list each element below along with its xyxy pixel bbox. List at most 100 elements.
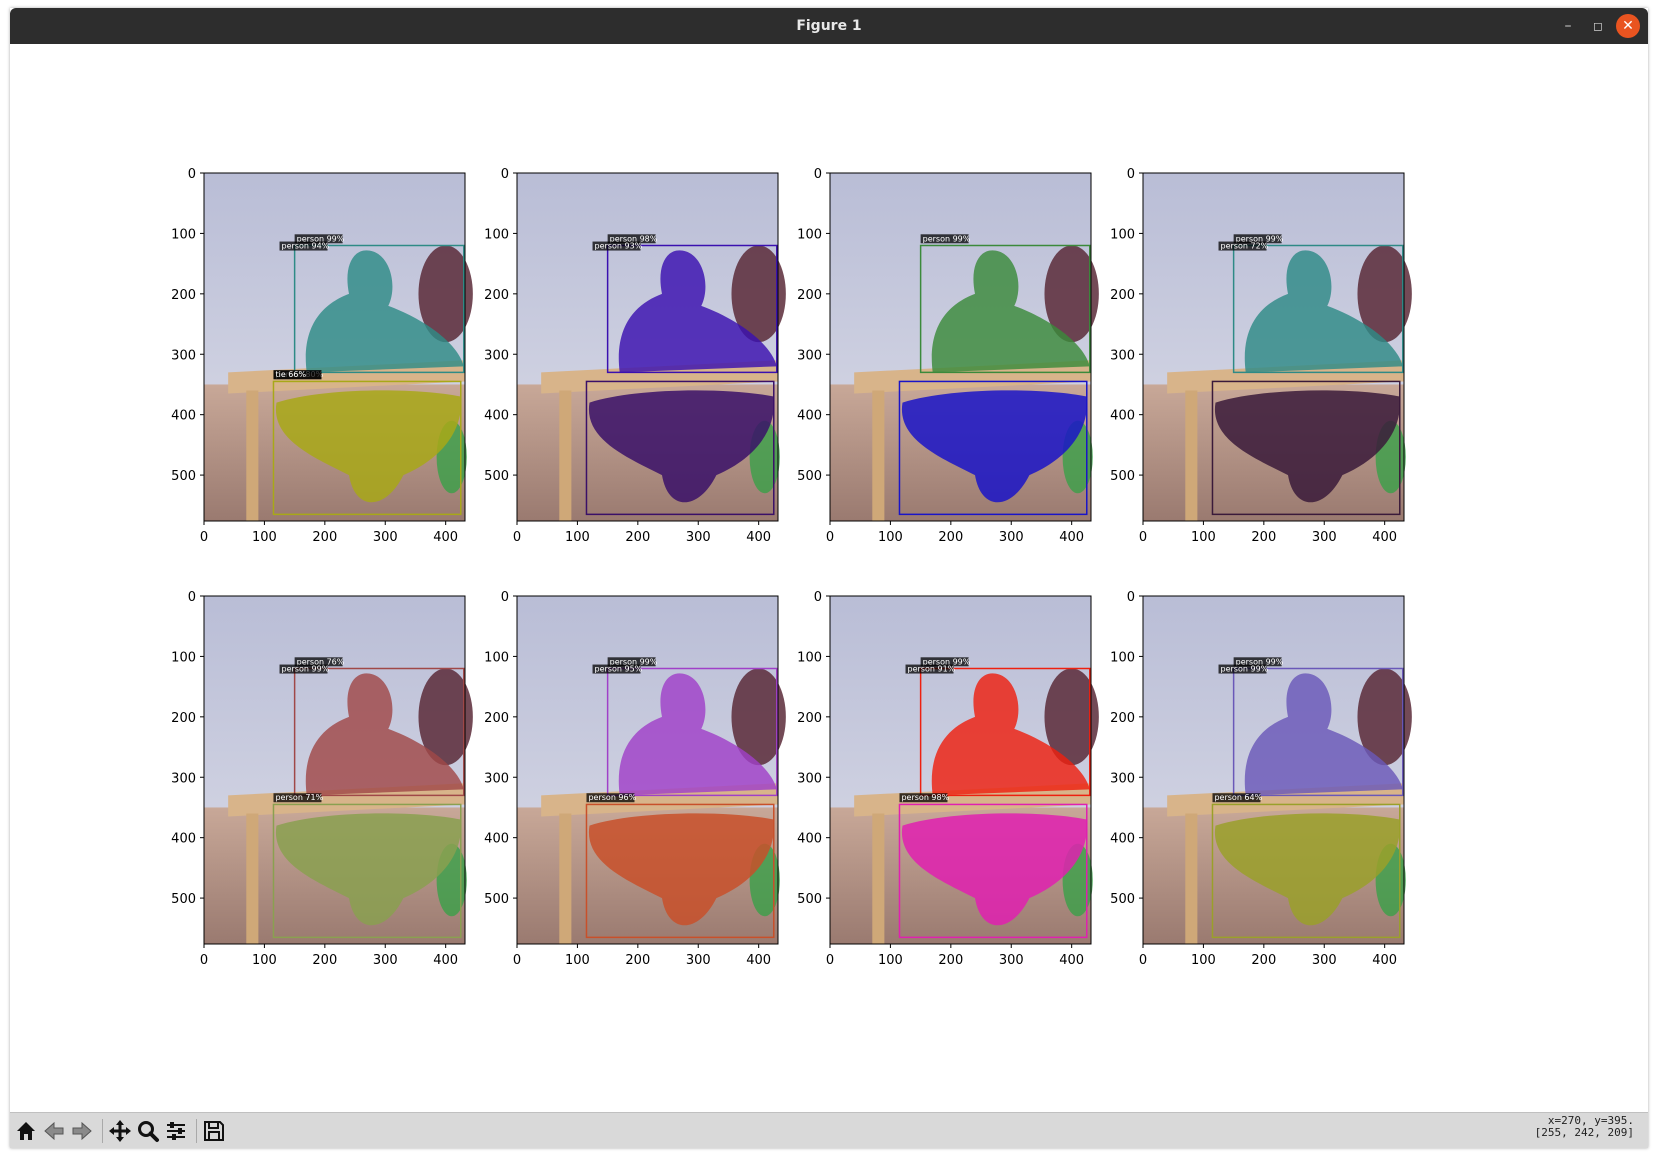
x-tick-label: 0 xyxy=(826,530,834,545)
configure-subplots-button[interactable] xyxy=(162,1117,190,1145)
y-tick-label: 300 xyxy=(797,348,822,363)
detection-label: person 99% xyxy=(1221,665,1269,674)
y-tick-label: 300 xyxy=(1110,348,1135,363)
figure-canvas[interactable]: person 99%person 94%person 80%tie 66%010… xyxy=(10,44,1648,1112)
window-title: Figure 1 xyxy=(796,18,862,34)
x-tick-label: 100 xyxy=(565,953,590,968)
y-tick-label: 200 xyxy=(797,711,822,726)
detection-label: person 64% xyxy=(1214,793,1262,802)
maximize-icon[interactable]: ◻ xyxy=(1586,14,1610,38)
subplot-axes[interactable]: person 99%person 91%person 98%0 100 200 300… xyxy=(797,590,1099,968)
subplot-axes[interactable]: person 99%person 72%0 100 200 300 4000100200… xyxy=(1110,167,1412,545)
sliders-icon xyxy=(167,1122,185,1140)
x-tick-label: 200 xyxy=(625,953,650,968)
y-tick-label: 500 xyxy=(484,469,509,484)
detection-label: person 91% xyxy=(908,665,956,674)
x-tick-label: 300 xyxy=(1312,530,1337,545)
close-icon[interactable]: ✕ xyxy=(1616,14,1640,38)
y-tick-label: 200 xyxy=(484,288,509,303)
image-table-leg xyxy=(559,813,572,944)
x-tick-label: 100 xyxy=(252,953,277,968)
x-tick-label: 300 xyxy=(686,530,711,545)
y-tick-label: 300 xyxy=(484,771,509,786)
subplot-axes[interactable]: person 98%person 93%0 100 200 300 4000100200… xyxy=(484,167,786,545)
x-tick-label: 100 xyxy=(1191,530,1216,545)
x-tick-label: 300 xyxy=(999,953,1024,968)
y-tick-label: 100 xyxy=(1110,650,1135,665)
x-tick-label: 400 xyxy=(1059,953,1084,968)
y-tick-label: 100 xyxy=(484,227,509,242)
y-tick-label: 0 xyxy=(188,590,196,605)
home-icon xyxy=(17,1122,35,1140)
y-tick-label: 400 xyxy=(1110,409,1135,424)
arrow-right-icon xyxy=(72,1121,92,1141)
toolbar-separator xyxy=(102,1119,103,1143)
y-tick-label: 500 xyxy=(171,892,196,907)
x-tick-label: 100 xyxy=(1191,953,1216,968)
y-tick-label: 400 xyxy=(484,409,509,424)
x-tick-label: 300 xyxy=(686,953,711,968)
y-tick-label: 0 xyxy=(1127,167,1135,182)
x-tick-label: 0 xyxy=(200,530,208,545)
x-tick-label: 0 xyxy=(513,530,521,545)
x-tick-label: 0 xyxy=(200,953,208,968)
y-tick-label: 100 xyxy=(484,650,509,665)
y-tick-label: 300 xyxy=(1110,771,1135,786)
x-tick-label: 100 xyxy=(878,530,903,545)
image-table-leg xyxy=(872,390,885,521)
y-tick-label: 500 xyxy=(797,469,822,484)
x-tick-label: 0 xyxy=(513,953,521,968)
x-tick-label: 200 xyxy=(938,530,963,545)
x-tick-label: 400 xyxy=(433,953,458,968)
x-tick-label: 100 xyxy=(252,530,277,545)
y-tick-label: 500 xyxy=(1110,469,1135,484)
x-tick-label: 200 xyxy=(312,953,337,968)
forward-button[interactable] xyxy=(68,1117,96,1145)
pan-button[interactable] xyxy=(106,1117,134,1145)
x-tick-label: 400 xyxy=(746,530,771,545)
subplot-axes[interactable]: person 99% 0 100 200 300 400 0 100 200 300 400 500 xyxy=(797,167,1099,545)
minimize-icon[interactable]: – xyxy=(1556,14,1580,38)
x-tick-label: 300 xyxy=(1312,953,1337,968)
x-tick-label: 200 xyxy=(1251,953,1276,968)
y-tick-label: 400 xyxy=(171,409,196,424)
save-button[interactable] xyxy=(200,1117,228,1145)
y-tick-label: 300 xyxy=(171,771,196,786)
x-tick-label: 400 xyxy=(746,953,771,968)
y-tick-label: 200 xyxy=(797,288,822,303)
x-tick-label: 200 xyxy=(625,530,650,545)
y-tick-label: 0 xyxy=(814,167,822,182)
y-tick-label: 200 xyxy=(484,711,509,726)
navigation-toolbar: x=270, y=395. [255, 242, 209] xyxy=(10,1112,1648,1148)
subplot-axes[interactable]: person 99%person 95%person 96%0 100 200 300… xyxy=(484,590,786,968)
detection-label: person 98% xyxy=(901,793,949,802)
cursor-coordinates: x=270, y=395. [255, 242, 209] xyxy=(1535,1115,1634,1139)
y-tick-label: 300 xyxy=(484,348,509,363)
y-tick-label: 500 xyxy=(484,892,509,907)
y-tick-label: 500 xyxy=(1110,892,1135,907)
detection-label: person 95% xyxy=(595,665,643,674)
zoom-button[interactable] xyxy=(134,1117,162,1145)
x-tick-label: 200 xyxy=(1251,530,1276,545)
back-button[interactable] xyxy=(40,1117,68,1145)
subplot-axes[interactable]: person 99%person 99%person 64%0 100 200 300… xyxy=(1110,590,1412,968)
image-table-leg xyxy=(246,813,259,944)
pixel-value: [255, 242, 209] xyxy=(1534,1126,1634,1139)
x-tick-label: 0 xyxy=(1139,953,1147,968)
home-button[interactable] xyxy=(12,1117,40,1145)
y-tick-label: 300 xyxy=(797,771,822,786)
subplot-axes[interactable]: person 76%person 99%person 71%0 100 200 300… xyxy=(171,590,473,968)
title-bar[interactable]: Figure 1 – ◻ ✕ xyxy=(10,8,1648,44)
y-tick-label: 200 xyxy=(171,711,196,726)
detection-label: person 93% xyxy=(595,242,643,251)
image-table-leg xyxy=(1185,813,1198,944)
detection-label: tie 66% xyxy=(275,370,306,379)
detection-label: person 99% xyxy=(282,665,330,674)
subplot-axes[interactable]: person 99%person 94%person 80%tie 66%010… xyxy=(171,167,473,545)
detection-label: person 71% xyxy=(275,793,323,802)
y-tick-label: 0 xyxy=(1127,590,1135,605)
move-icon xyxy=(109,1120,131,1142)
y-tick-label: 400 xyxy=(797,832,822,847)
y-tick-label: 400 xyxy=(171,832,196,847)
detection-label: person 99% xyxy=(923,234,971,243)
